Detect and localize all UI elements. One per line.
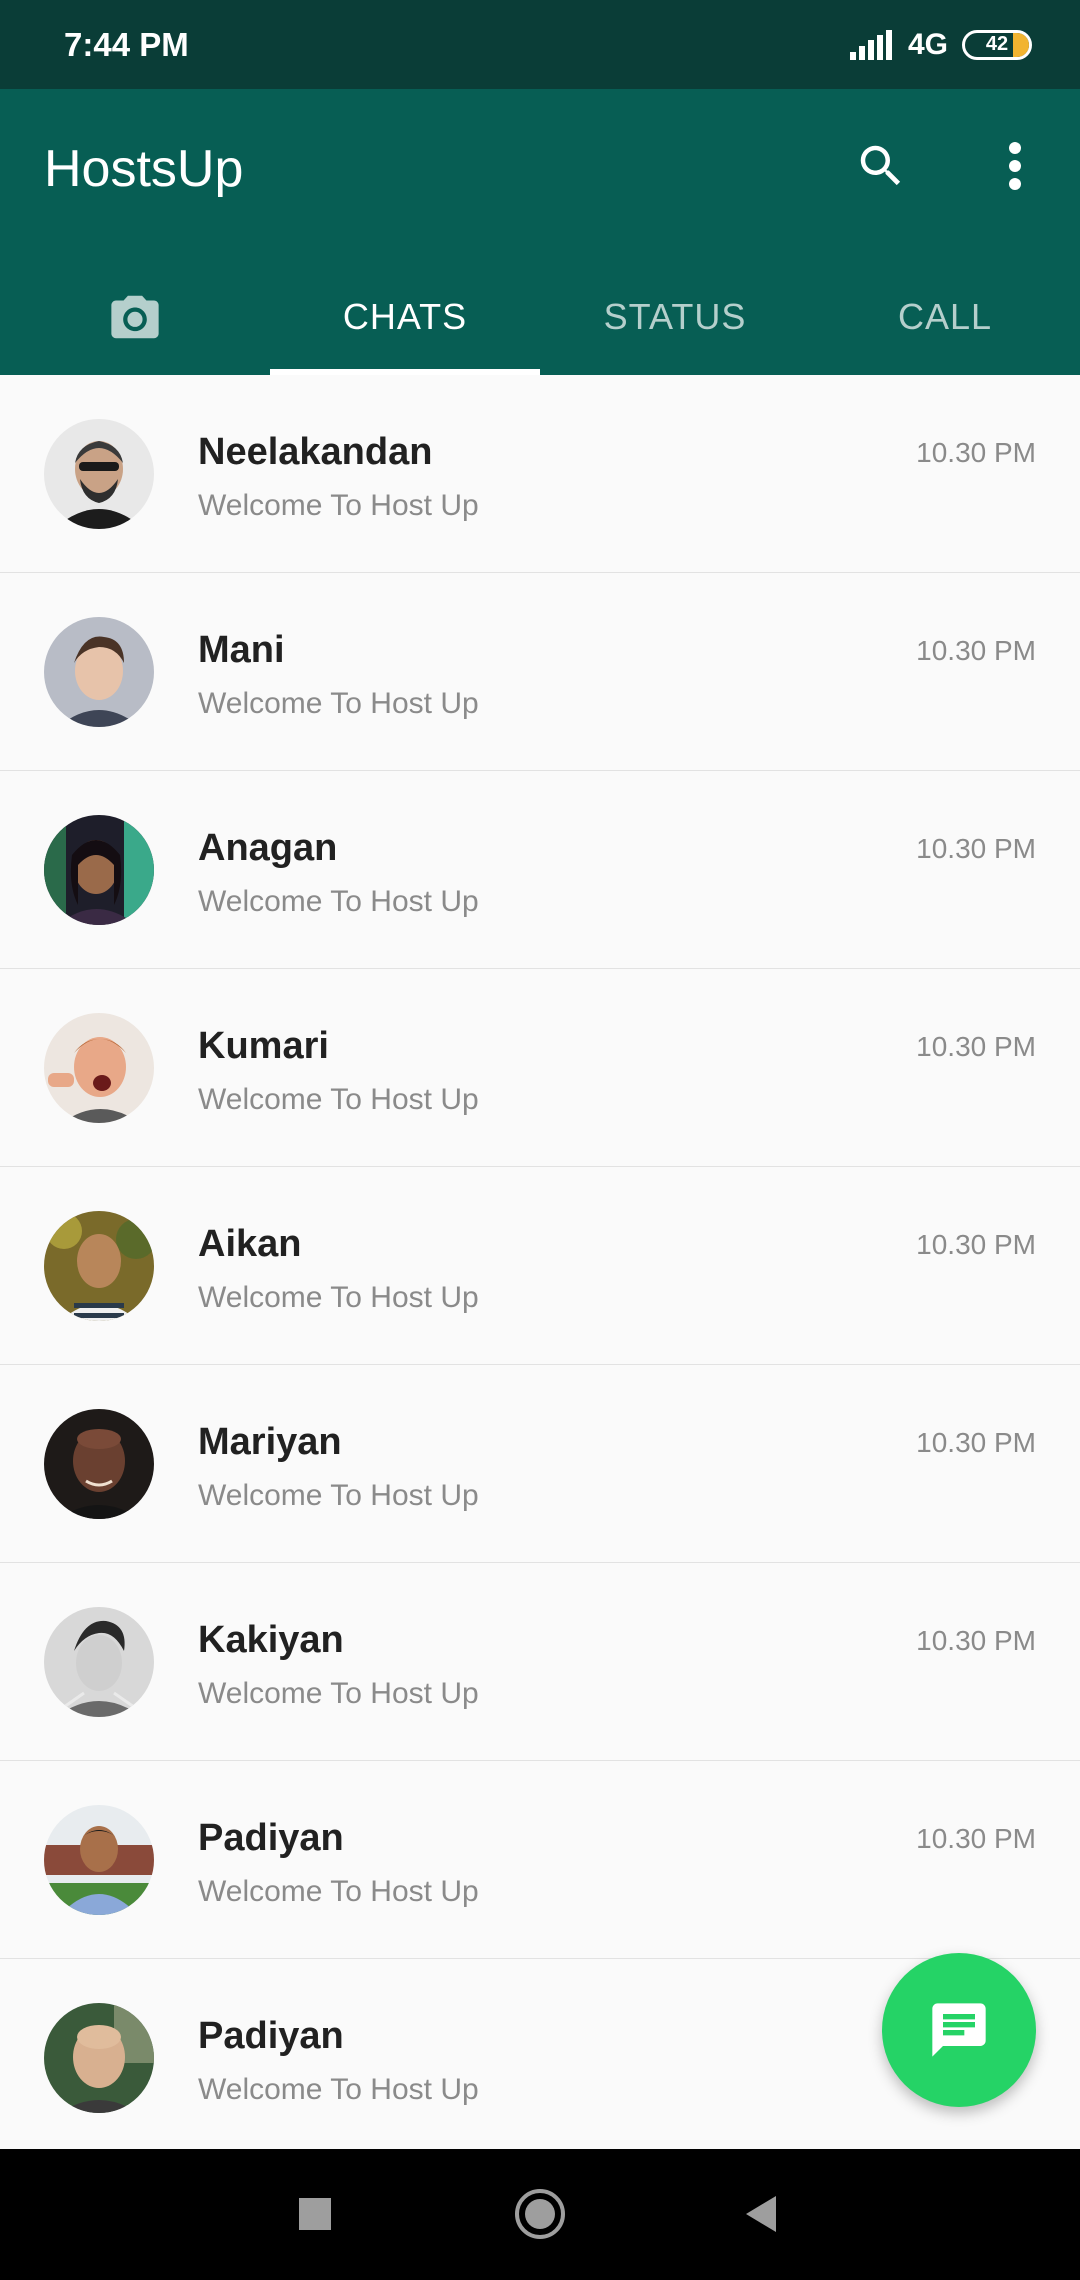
tab-status[interactable]: STATUS xyxy=(540,259,810,375)
avatar[interactable] xyxy=(44,1805,154,1915)
network-type: 4G xyxy=(907,27,948,61)
avatar[interactable] xyxy=(44,1211,154,1321)
chat-time: 10.30 PM xyxy=(916,1427,1036,1458)
chat-name: Kumari xyxy=(198,1025,329,1067)
tab-chats-label: CHATS xyxy=(342,296,468,337)
chat-name: Kakiyan xyxy=(198,1619,344,1661)
chat-message: Welcome To Host Up xyxy=(198,1677,479,1710)
search-button[interactable] xyxy=(846,131,916,201)
message-icon xyxy=(932,2003,986,2057)
app-title: HostsUp xyxy=(44,140,244,198)
chat-row[interactable]: Anagan Welcome To Host Up 10.30 PM xyxy=(0,771,1080,969)
chat-name: Aikan xyxy=(198,1223,302,1265)
chat-time: 10.30 PM xyxy=(916,1031,1036,1062)
circle-icon xyxy=(515,2189,565,2239)
recents-button[interactable] xyxy=(280,2179,350,2249)
tab-status-label: STATUS xyxy=(603,296,747,337)
more-vert-icon xyxy=(1009,142,1021,190)
avatar[interactable] xyxy=(44,1013,154,1123)
more-options-button[interactable] xyxy=(990,131,1040,201)
status-time: 7:44 PM xyxy=(64,25,189,63)
chat-row[interactable]: Kakiyan Welcome To Host Up 10.30 PM xyxy=(0,1563,1080,1761)
chat-message: Welcome To Host Up xyxy=(198,2073,479,2106)
search-icon xyxy=(860,145,901,186)
tab-call[interactable]: CALL xyxy=(810,259,1080,375)
chat-name: Padiyan xyxy=(198,2015,344,2057)
chat-time: 10.30 PM xyxy=(916,1625,1036,1656)
chat-time: 10.30 PM xyxy=(916,437,1036,468)
status-bar: 7:44 PM 4G 42 xyxy=(0,0,1080,89)
camera-icon xyxy=(111,295,159,339)
chat-message: Welcome To Host Up xyxy=(198,1479,479,1512)
tab-bar: CHATS STATUS CALL xyxy=(0,259,1080,375)
avatar[interactable] xyxy=(44,815,154,925)
chat-name: Mani xyxy=(198,629,285,671)
battery-icon: 42 xyxy=(962,29,1032,60)
chat-time: 10.30 PM xyxy=(916,1823,1036,1854)
tab-chats[interactable]: CHATS xyxy=(270,259,540,375)
back-triangle-icon xyxy=(746,2196,776,2232)
new-chat-button[interactable] xyxy=(882,1953,1036,2107)
chat-row[interactable]: Aikan Welcome To Host Up 10.30 PM xyxy=(0,1167,1080,1365)
chat-row[interactable]: Padiyan Welcome To Host Up 10.30 PM xyxy=(0,1761,1080,1959)
chat-message: Welcome To Host Up xyxy=(198,885,479,918)
system-nav-bar xyxy=(0,2149,1080,2280)
battery-level: 42 xyxy=(985,33,1009,55)
chat-row[interactable]: Mariyan Welcome To Host Up 10.30 PM xyxy=(0,1365,1080,1563)
chat-row[interactable]: Kumari Welcome To Host Up 10.30 PM xyxy=(0,969,1080,1167)
chat-message: Welcome To Host Up xyxy=(198,1875,479,1908)
chat-time: 10.30 PM xyxy=(916,635,1036,666)
chat-name: Mariyan xyxy=(198,1421,342,1463)
chat-time: 10.30 PM xyxy=(916,1229,1036,1260)
status-indicators: 4G 42 xyxy=(849,27,1032,62)
chat-name: Anagan xyxy=(198,827,338,869)
avatar[interactable] xyxy=(44,617,154,727)
chat-name: Padiyan xyxy=(198,1817,344,1859)
chat-message: Welcome To Host Up xyxy=(198,489,479,522)
tab-camera[interactable] xyxy=(0,259,270,375)
back-button[interactable] xyxy=(725,2179,795,2249)
signal-icon xyxy=(849,29,892,60)
avatar[interactable] xyxy=(44,1607,154,1717)
avatar[interactable] xyxy=(44,2003,154,2113)
chat-list: Neelakandan Welcome To Host Up 10.30 PM … xyxy=(0,375,1080,2157)
square-icon xyxy=(299,2198,331,2230)
avatar[interactable] xyxy=(44,419,154,529)
chat-name: Neelakandan xyxy=(198,431,433,473)
tab-call-label: CALL xyxy=(897,296,993,337)
app-bar: HostsUp CHATS STATUS CALL xyxy=(0,89,1080,375)
chat-row[interactable]: Neelakandan Welcome To Host Up 10.30 PM xyxy=(0,375,1080,573)
home-button[interactable] xyxy=(505,2179,575,2249)
chat-message: Welcome To Host Up xyxy=(198,1083,479,1116)
chat-time: 10.30 PM xyxy=(916,833,1036,864)
chat-row[interactable]: Mani Welcome To Host Up 10.30 PM xyxy=(0,573,1080,771)
chat-message: Welcome To Host Up xyxy=(198,687,479,720)
chat-message: Welcome To Host Up xyxy=(198,1281,479,1314)
avatar[interactable] xyxy=(44,1409,154,1519)
